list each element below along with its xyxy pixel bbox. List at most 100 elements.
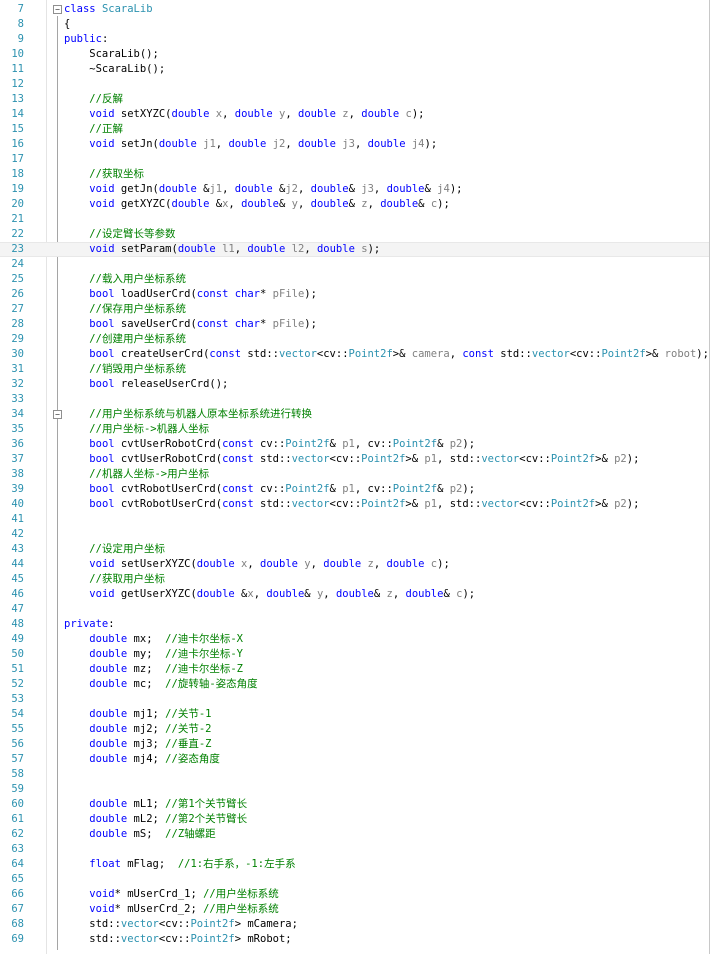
code-text: double mj4; //姿态角度 bbox=[64, 752, 220, 767]
code-text: double mj3; //垂直-Z bbox=[64, 737, 211, 752]
code-line[interactable]: 45 //获取用户坐标 bbox=[0, 572, 709, 587]
code-line[interactable]: 37 bool cvtUserRobotCrd(const std::vecto… bbox=[0, 452, 709, 467]
code-line[interactable]: 33 bbox=[0, 392, 709, 407]
code-line[interactable]: 15 //正解 bbox=[0, 122, 709, 137]
code-line[interactable]: 54 double mj1; //关节-1 bbox=[0, 707, 709, 722]
code-line[interactable]: 47 bbox=[0, 602, 709, 617]
code-line[interactable]: 66 void* mUserCrd_1; //用户坐标系统 bbox=[0, 887, 709, 902]
code-token: setXYZC( bbox=[114, 108, 172, 120]
code-line[interactable]: 26 bool loadUserCrd(const char* pFile); bbox=[0, 287, 709, 302]
code-line[interactable]: 61 double mL2; //第2个关节臂长 bbox=[0, 812, 709, 827]
code-line[interactable]: 25 //载入用户坐标系统 bbox=[0, 272, 709, 287]
code-line[interactable]: 46 void getUserXYZC(double &x, double& y… bbox=[0, 587, 709, 602]
code-line[interactable]: 50 double my; //迪卡尔坐标-Y bbox=[0, 647, 709, 662]
code-line[interactable]: 16 void setJn(double j1, double j2, doub… bbox=[0, 137, 709, 152]
code-keyword: double bbox=[89, 828, 128, 840]
code-token: getUserXYZC( bbox=[114, 588, 197, 600]
code-line[interactable]: 39 bool cvtRobotUserCrd(const cv::Point2… bbox=[0, 482, 709, 497]
code-token: & bbox=[443, 588, 457, 600]
code-editor[interactable]: 7− class ScaraLib 8{9 public: 10 ScaraLib();… bbox=[0, 0, 712, 954]
code-type: Point2f bbox=[190, 918, 235, 930]
code-line[interactable]: 21 bbox=[0, 212, 709, 227]
code-text: bool loadUserCrd(const char* pFile); bbox=[64, 287, 317, 302]
code-line[interactable]: 44 void setUserXYZC(double x, double y, … bbox=[0, 557, 709, 572]
code-line[interactable]: 63 bbox=[0, 842, 709, 857]
collapse-region-icon[interactable]: − bbox=[53, 5, 62, 14]
code-line[interactable]: 59 bbox=[0, 782, 709, 797]
code-token: & bbox=[196, 183, 210, 195]
code-text: double mL1; //第1个关节臂长 bbox=[64, 797, 247, 812]
code-line[interactable]: 19 void getJn(double &j1, double &j2, do… bbox=[0, 182, 709, 197]
code-line[interactable]: 8{ bbox=[0, 17, 709, 32]
code-param: p2 bbox=[614, 498, 627, 510]
code-line[interactable]: 56 double mj3; //垂直-Z bbox=[0, 737, 709, 752]
code-type: vector bbox=[120, 918, 159, 930]
code-line[interactable]: 41 bbox=[0, 512, 709, 527]
code-line[interactable]: 14 void setXYZC(double x, double y, doub… bbox=[0, 107, 709, 122]
code-line[interactable]: 28 bool saveUserCrd(const char* pFile); bbox=[0, 317, 709, 332]
code-line[interactable]: 52 double mc; //旋转轴-姿态角度 bbox=[0, 677, 709, 692]
code-line[interactable]: 43 //设定用户坐标 bbox=[0, 542, 709, 557]
code-param: j1 bbox=[203, 138, 216, 150]
code-line[interactable]: 31 //销毁用户坐标系统 bbox=[0, 362, 709, 377]
code-line[interactable]: 53 bbox=[0, 692, 709, 707]
code-line[interactable]: 7 − class ScaraLib bbox=[0, 2, 709, 17]
collapse-region-icon[interactable]: − bbox=[53, 410, 62, 419]
code-line[interactable]: 62 double mS; //Z轴螺距 bbox=[0, 827, 709, 842]
code-lines[interactable]: 7− class ScaraLib 8{9 public: 10 ScaraLib();… bbox=[0, 2, 709, 947]
code-line[interactable]: 11 ~ScaraLib(); bbox=[0, 62, 709, 77]
code-line[interactable]: 12 bbox=[0, 77, 709, 92]
code-line[interactable]: 51 double mz; //迪卡尔坐标-Z bbox=[0, 662, 709, 677]
code-text: double mj1; //关节-1 bbox=[64, 707, 211, 722]
code-line[interactable]: 68 std::vector<cv::Point2f> mCamera; bbox=[0, 917, 709, 932]
code-line[interactable]: 48 private: bbox=[0, 617, 709, 632]
code-token: cv:: bbox=[253, 483, 286, 495]
code-token: ); bbox=[696, 348, 709, 360]
code-line[interactable]: 55 double mj2; //关节-2 bbox=[0, 722, 709, 737]
code-keyword: double bbox=[89, 708, 128, 720]
code-line[interactable]: 65 bbox=[0, 872, 709, 887]
code-line[interactable]: 34 − //用户坐标系统与机器人原本坐标系统进行转换 bbox=[0, 407, 709, 422]
code-line[interactable]: 36 bool cvtUserRobotCrd(const cv::Point2… bbox=[0, 437, 709, 452]
code-line[interactable]: 29 //创建用户坐标系统 bbox=[0, 332, 709, 347]
code-line[interactable]: 49 double mx; //迪卡尔坐标-X bbox=[0, 632, 709, 647]
code-line[interactable]: 42 bbox=[0, 527, 709, 542]
code-line[interactable]: 18 //获取坐标 bbox=[0, 167, 709, 182]
code-token: mS; bbox=[127, 828, 166, 840]
code-line[interactable]: 64 float mFlag; //1:右手系，-1:左手系 bbox=[0, 857, 709, 872]
code-line[interactable]: 10 ScaraLib(); bbox=[0, 47, 709, 62]
code-line[interactable]: 67 void* mUserCrd_2; //用户坐标系统 bbox=[0, 902, 709, 917]
code-line[interactable]: 20 void getXYZC(double &x, double& y, do… bbox=[0, 197, 709, 212]
code-line[interactable]: 13 //反解 bbox=[0, 92, 709, 107]
code-line[interactable]: 40 bool cvtRobotUserCrd(const std::vecto… bbox=[0, 497, 709, 512]
code-line[interactable]: 24 bbox=[0, 257, 709, 272]
code-line[interactable]: 58 bbox=[0, 767, 709, 782]
code-keyword: double bbox=[89, 753, 128, 765]
code-line[interactable]: 9 public: bbox=[0, 32, 709, 47]
code-line[interactable]: 35 //用户坐标->机器人坐标 bbox=[0, 422, 709, 437]
code-token: loadUserCrd( bbox=[114, 288, 197, 300]
code-type: Point2f bbox=[361, 498, 406, 510]
line-number: 43 bbox=[11, 543, 24, 555]
code-line[interactable]: 27 //保存用户坐标系统 bbox=[0, 302, 709, 317]
code-line[interactable]: 30 bool createUserCrd(const std::vector<… bbox=[0, 347, 709, 362]
code-line[interactable]: 60 double mL1; //第1个关节臂长 bbox=[0, 797, 709, 812]
code-text: void setJn(double j1, double j2, double … bbox=[64, 137, 437, 152]
code-token: <cv:: bbox=[329, 453, 362, 465]
code-line[interactable]: 32 bool releaseUserCrd(); bbox=[0, 377, 709, 392]
code-param: p2 bbox=[449, 483, 463, 495]
line-number: 48 bbox=[11, 618, 24, 630]
code-line[interactable]: 23 void setParam(double l1, double l2, d… bbox=[0, 242, 709, 257]
code-line[interactable]: 38 //机器人坐标->用户坐标 bbox=[0, 467, 709, 482]
code-line[interactable]: 17 bbox=[0, 152, 709, 167]
code-line[interactable]: 22 //设定臂长等参数 bbox=[0, 227, 709, 242]
code-text: //正解 bbox=[64, 122, 123, 137]
code-line[interactable]: 57 double mj4; //姿态角度 bbox=[0, 752, 709, 767]
code-token: <cv:: bbox=[158, 918, 191, 930]
code-line[interactable]: 69 std::vector<cv::Point2f> mRobot; bbox=[0, 932, 709, 947]
